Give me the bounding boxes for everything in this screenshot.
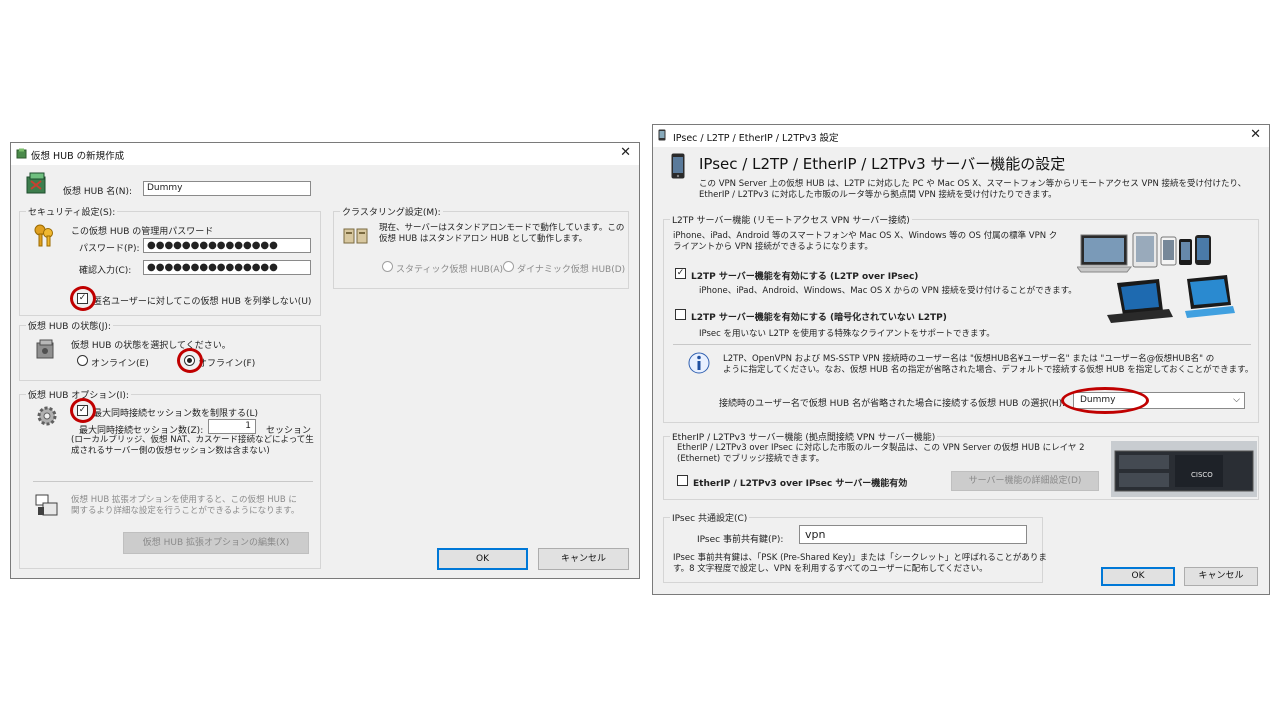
dynamic-hub-label: ダイナミック仮想 HUB(D)	[517, 265, 626, 275]
l2tp-ipsec-checkbox[interactable]: ✓	[675, 268, 686, 279]
smartphone-icon	[671, 153, 685, 179]
hub-icon	[16, 148, 27, 159]
l2tp-divider	[673, 344, 1251, 345]
confirm-password-input[interactable]: ●●●●●●●●●●●●●●●	[143, 260, 311, 275]
psk-label: IPsec 事前共有鍵(P):	[697, 535, 784, 545]
default-hub-select[interactable]: Dummy ⌵	[1073, 392, 1245, 409]
server-icon	[343, 228, 368, 244]
dialog2-title: IPsec / L2TP / EtherIP / L2TPv3 設定	[673, 133, 839, 144]
options-note-1: (ローカルブリッジ、仮想 NAT、カスケード接続などによって生	[71, 435, 314, 445]
router-image: CISCO	[1111, 441, 1257, 497]
edit-extended-options-button[interactable]: 仮想 HUB 拡張オプションの編集(X)	[123, 532, 309, 554]
limit-sessions-checkbox[interactable]: ✓	[77, 405, 88, 416]
etherip-desc-1: EtherIP / L2TPv3 over IPsec に対応した市販のルータ製…	[677, 443, 1085, 453]
virtual-hub-icon	[26, 172, 46, 194]
extended-desc-1: 仮想 HUB 拡張オプションを使用すると、この仮想 HUB に	[71, 495, 297, 505]
password-input[interactable]: ●●●●●●●●●●●●●●●	[143, 238, 311, 253]
dialog1-title: 仮想 HUB の新規作成	[31, 151, 125, 162]
online-radio[interactable]	[77, 355, 88, 366]
etherip-enable-label: EtherIP / L2TPv3 over IPsec サーバー機能有効	[693, 479, 908, 489]
l2tp-legend: L2TP サーバー機能 (リモートアクセス VPN サーバー接続)	[670, 213, 912, 226]
close-button[interactable]: ✕	[620, 145, 631, 161]
default-hub-value: Dummy	[1080, 395, 1116, 405]
intro-line-1: この VPN Server 上の仮想 HUB は、L2TP に対応した PC や…	[699, 179, 1247, 189]
info-line-2: ように指定してください。なお、仮想 HUB 名の指定が省略された場合、デフォルト…	[723, 365, 1254, 375]
etherip-legend: EtherIP / L2TPv3 サーバー機能 (拠点間接続 VPN サーバー機…	[670, 430, 938, 443]
offline-radio[interactable]	[184, 355, 195, 366]
ipsec-note-1: IPsec 事前共有鍵は、「PSK (Pre-Shared Key)」または「シ…	[673, 553, 1047, 563]
clustering-desc-1: 現在、サーバーはスタンドアロンモードで動作しています。この	[379, 223, 625, 233]
static-hub-label: スタティック仮想 HUB(A)	[396, 265, 504, 275]
dialog1-titlebar: 仮想 HUB の新規作成 ✕	[11, 143, 639, 165]
raw-l2tp-label: L2TP サーバー機能を有効にする (暗号化されていない L2TP)	[691, 313, 947, 323]
etherip-enable-checkbox[interactable]	[677, 475, 688, 486]
ipsec-note-2: す。8 文字程度で設定し、VPN を利用するすべてのユーザーに配布してください。	[673, 564, 988, 574]
hub-state-group: 仮想 HUB の状態(J):	[19, 319, 321, 381]
raw-l2tp-note: IPsec を用いない L2TP を使用する特殊なクライアントをサポートできます…	[699, 329, 995, 339]
l2tp-desc-2: ライアントから VPN 接続ができるようになります。	[673, 242, 873, 252]
devices-illustration	[1077, 232, 1235, 323]
new-virtual-hub-dialog: 仮想 HUB の新規作成 ✕ 仮想 HUB 名(N): Dummy セキュリティ…	[10, 142, 640, 579]
limit-sessions-label: 最大同時接続セッション数を制限する(L)	[93, 409, 259, 419]
ok-button[interactable]: OK	[1101, 567, 1175, 586]
hub-name-label: 仮想 HUB 名(N):	[63, 187, 133, 197]
ipsec-common-legend: IPsec 共通設定(C)	[670, 511, 750, 524]
clustering-legend: クラスタリング設定(M):	[340, 205, 443, 218]
dynamic-hub-radio[interactable]	[503, 261, 514, 272]
ok-button[interactable]: OK	[437, 548, 528, 570]
hub-options-legend: 仮想 HUB オプション(I):	[26, 388, 131, 401]
ipsec-settings-dialog: IPsec / L2TP / EtherIP / L2TPv3 設定 ✕ IPs…	[652, 124, 1270, 595]
router-brand: CISCO	[1191, 471, 1213, 479]
password-label: パスワード(P):	[79, 244, 140, 254]
clustering-desc-2: 仮想 HUB はスタンドアロン HUB として動作します。	[379, 234, 588, 244]
dialog2-titlebar: IPsec / L2TP / EtherIP / L2TPv3 設定 ✕	[653, 125, 1269, 147]
cancel-button[interactable]: キャンセル	[538, 548, 629, 570]
anon-enum-label: 匿名ユーザーに対してこの仮想 HUB を列挙しない(U)	[93, 297, 312, 307]
info-icon	[688, 352, 710, 374]
psk-input[interactable]: vpn	[799, 525, 1027, 544]
keys-icon	[34, 224, 53, 247]
extended-options-icon	[35, 494, 58, 516]
admin-password-caption: この仮想 HUB の管理用パスワード	[71, 227, 214, 237]
options-note-2: 成されるサーバー側の仮想セッション数は含まない)	[71, 446, 270, 456]
hub-state-icon	[36, 339, 54, 359]
hub-state-legend: 仮想 HUB の状態(J):	[26, 319, 113, 332]
info-line-1: L2TP、OpenVPN および MS-SSTP VPN 接続時のユーザー名は …	[723, 354, 1215, 364]
anon-enum-checkbox[interactable]: ✓	[77, 293, 88, 304]
max-sessions-input[interactable]: 1	[208, 419, 256, 434]
hub-name-input[interactable]: Dummy	[143, 181, 311, 196]
l2tp-desc-1: iPhone、iPad、Android 等のスマートフォンや Mac OS X、…	[673, 231, 1058, 241]
offline-label: オフライン(F)	[198, 359, 256, 369]
etherip-desc-2: (Ethernet) でブリッジ接続できます。	[677, 454, 825, 464]
l2tp-ipsec-label: L2TP サーバー機能を有効にする (L2TP over IPsec)	[691, 272, 919, 282]
gear-icon	[37, 406, 57, 426]
cancel-button[interactable]: キャンセル	[1184, 567, 1258, 586]
hub-state-caption: 仮想 HUB の状態を選択してください。	[71, 341, 231, 351]
server-detail-settings-button[interactable]: サーバー機能の詳細設定(D)	[951, 471, 1099, 491]
online-label: オンライン(E)	[91, 359, 149, 369]
extended-desc-2: 関するより詳細な設定を行うことができるようになります。	[71, 506, 300, 516]
l2tp-ipsec-note: iPhone、iPad、Android、Windows、Mac OS X からの…	[699, 286, 1077, 296]
dialog2-heading: IPsec / L2TP / EtherIP / L2TPv3 サーバー機能の設…	[699, 155, 1066, 173]
phone-icon	[658, 129, 666, 141]
chevron-down-icon: ⌵	[1233, 395, 1240, 405]
options-divider	[33, 481, 313, 482]
default-hub-label: 接続時のユーザー名で仮想 HUB 名が省略された場合に接続する仮想 HUB の選…	[719, 399, 1066, 409]
confirm-password-label: 確認入力(C):	[79, 266, 132, 276]
raw-l2tp-checkbox[interactable]	[675, 309, 686, 320]
close-button[interactable]: ✕	[1250, 127, 1261, 143]
static-hub-radio[interactable]	[382, 261, 393, 272]
security-legend: セキュリティ設定(S):	[26, 205, 118, 218]
intro-line-2: EtherIP / L2TPv3 に対応した市販のルータ等から拠点間 VPN 接…	[699, 190, 1057, 200]
